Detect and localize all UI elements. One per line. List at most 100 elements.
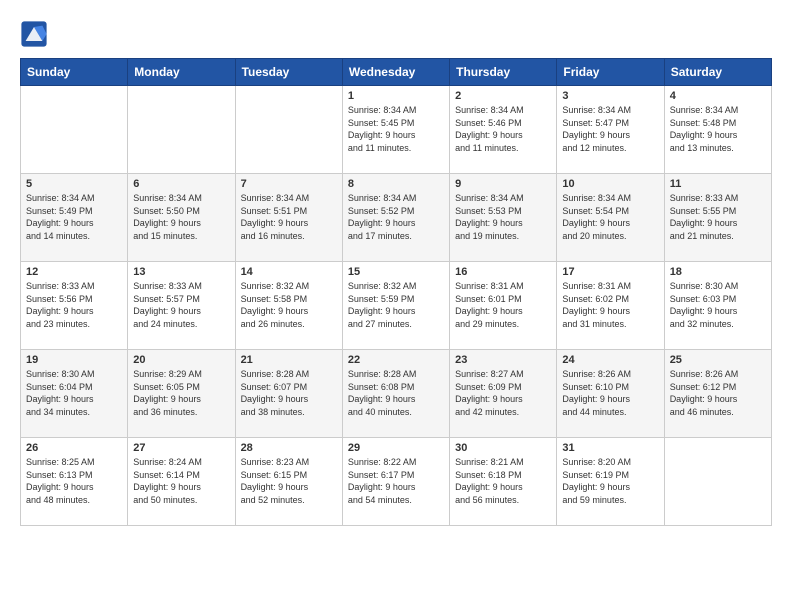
weekday-header-saturday: Saturday <box>664 59 771 86</box>
day-number: 18 <box>670 266 766 278</box>
calendar-cell: 19 Sunrise: 8:30 AM Sunset: 6:04 PM Dayli… <box>21 350 128 438</box>
calendar-cell <box>21 86 128 174</box>
day-info: Sunrise: 8:34 AM Sunset: 5:50 PM Dayligh… <box>133 192 229 242</box>
day-info: Sunrise: 8:34 AM Sunset: 5:48 PM Dayligh… <box>670 104 766 154</box>
day-info: Sunrise: 8:34 AM Sunset: 5:49 PM Dayligh… <box>26 192 122 242</box>
week-row-3: 12 Sunrise: 8:33 AM Sunset: 5:56 PM Dayli… <box>21 262 772 350</box>
weekday-header-friday: Friday <box>557 59 664 86</box>
day-number: 15 <box>348 266 444 278</box>
day-number: 16 <box>455 266 551 278</box>
day-info: Sunrise: 8:30 AM Sunset: 6:04 PM Dayligh… <box>26 368 122 418</box>
day-info: Sunrise: 8:27 AM Sunset: 6:09 PM Dayligh… <box>455 368 551 418</box>
calendar-cell: 28 Sunrise: 8:23 AM Sunset: 6:15 PM Dayli… <box>235 438 342 526</box>
day-info: Sunrise: 8:33 AM Sunset: 5:55 PM Dayligh… <box>670 192 766 242</box>
day-info: Sunrise: 8:32 AM Sunset: 5:58 PM Dayligh… <box>241 280 337 330</box>
calendar-cell: 13 Sunrise: 8:33 AM Sunset: 5:57 PM Dayli… <box>128 262 235 350</box>
day-info: Sunrise: 8:34 AM Sunset: 5:47 PM Dayligh… <box>562 104 658 154</box>
weekday-header-monday: Monday <box>128 59 235 86</box>
day-number: 29 <box>348 442 444 454</box>
day-number: 3 <box>562 90 658 102</box>
calendar-cell: 30 Sunrise: 8:21 AM Sunset: 6:18 PM Dayli… <box>450 438 557 526</box>
day-number: 4 <box>670 90 766 102</box>
day-number: 2 <box>455 90 551 102</box>
day-number: 1 <box>348 90 444 102</box>
day-number: 7 <box>241 178 337 190</box>
day-number: 31 <box>562 442 658 454</box>
logo-icon <box>20 20 48 48</box>
day-info: Sunrise: 8:29 AM Sunset: 6:05 PM Dayligh… <box>133 368 229 418</box>
day-info: Sunrise: 8:20 AM Sunset: 6:19 PM Dayligh… <box>562 456 658 506</box>
calendar-cell: 6 Sunrise: 8:34 AM Sunset: 5:50 PM Daylig… <box>128 174 235 262</box>
day-info: Sunrise: 8:34 AM Sunset: 5:52 PM Dayligh… <box>348 192 444 242</box>
day-info: Sunrise: 8:34 AM Sunset: 5:45 PM Dayligh… <box>348 104 444 154</box>
week-row-5: 26 Sunrise: 8:25 AM Sunset: 6:13 PM Dayli… <box>21 438 772 526</box>
week-row-2: 5Sunrise: 8:34 AM Sunset: 5:49 PM Daylig… <box>21 174 772 262</box>
calendar-cell: 25 Sunrise: 8:26 AM Sunset: 6:12 PM Dayli… <box>664 350 771 438</box>
day-info: Sunrise: 8:25 AM Sunset: 6:13 PM Dayligh… <box>26 456 122 506</box>
day-info: Sunrise: 8:28 AM Sunset: 6:08 PM Dayligh… <box>348 368 444 418</box>
day-number: 21 <box>241 354 337 366</box>
day-number: 23 <box>455 354 551 366</box>
day-info: Sunrise: 8:28 AM Sunset: 6:07 PM Dayligh… <box>241 368 337 418</box>
calendar-cell: 24Sunrise: 8:26 AM Sunset: 6:10 PM Dayli… <box>557 350 664 438</box>
calendar-cell <box>235 86 342 174</box>
day-number: 30 <box>455 442 551 454</box>
calendar-cell: 8 Sunrise: 8:34 AM Sunset: 5:52 PM Daylig… <box>342 174 449 262</box>
day-info: Sunrise: 8:30 AM Sunset: 6:03 PM Dayligh… <box>670 280 766 330</box>
calendar-cell: 15 Sunrise: 8:32 AM Sunset: 5:59 PM Dayli… <box>342 262 449 350</box>
day-number: 22 <box>348 354 444 366</box>
calendar-cell: 3 Sunrise: 8:34 AM Sunset: 5:47 PM Daylig… <box>557 86 664 174</box>
day-number: 14 <box>241 266 337 278</box>
weekday-header-thursday: Thursday <box>450 59 557 86</box>
day-number: 11 <box>670 178 766 190</box>
calendar-cell: 4 Sunrise: 8:34 AM Sunset: 5:48 PM Daylig… <box>664 86 771 174</box>
calendar-cell: 29 Sunrise: 8:22 AM Sunset: 6:17 PM Dayli… <box>342 438 449 526</box>
header <box>20 20 772 48</box>
calendar-cell: 7 Sunrise: 8:34 AM Sunset: 5:51 PM Daylig… <box>235 174 342 262</box>
day-info: Sunrise: 8:32 AM Sunset: 5:59 PM Dayligh… <box>348 280 444 330</box>
day-info: Sunrise: 8:33 AM Sunset: 5:56 PM Dayligh… <box>26 280 122 330</box>
day-info: Sunrise: 8:22 AM Sunset: 6:17 PM Dayligh… <box>348 456 444 506</box>
day-info: Sunrise: 8:26 AM Sunset: 6:12 PM Dayligh… <box>670 368 766 418</box>
calendar-cell <box>664 438 771 526</box>
day-info: Sunrise: 8:31 AM Sunset: 6:01 PM Dayligh… <box>455 280 551 330</box>
day-info: Sunrise: 8:21 AM Sunset: 6:18 PM Dayligh… <box>455 456 551 506</box>
day-number: 6 <box>133 178 229 190</box>
weekday-header-tuesday: Tuesday <box>235 59 342 86</box>
calendar-cell: 27 Sunrise: 8:24 AM Sunset: 6:14 PM Dayli… <box>128 438 235 526</box>
day-number: 26 <box>26 442 122 454</box>
day-info: Sunrise: 8:31 AM Sunset: 6:02 PM Dayligh… <box>562 280 658 330</box>
calendar-cell: 22 Sunrise: 8:28 AM Sunset: 6:08 PM Dayli… <box>342 350 449 438</box>
day-number: 17 <box>562 266 658 278</box>
calendar-cell: 21 Sunrise: 8:28 AM Sunset: 6:07 PM Dayli… <box>235 350 342 438</box>
day-number: 28 <box>241 442 337 454</box>
day-info: Sunrise: 8:33 AM Sunset: 5:57 PM Dayligh… <box>133 280 229 330</box>
weekday-header-sunday: Sunday <box>21 59 128 86</box>
week-row-4: 19 Sunrise: 8:30 AM Sunset: 6:04 PM Dayli… <box>21 350 772 438</box>
day-info: Sunrise: 8:24 AM Sunset: 6:14 PM Dayligh… <box>133 456 229 506</box>
calendar-cell: 9 Sunrise: 8:34 AM Sunset: 5:53 PM Daylig… <box>450 174 557 262</box>
day-info: Sunrise: 8:34 AM Sunset: 5:46 PM Dayligh… <box>455 104 551 154</box>
calendar-cell: 14 Sunrise: 8:32 AM Sunset: 5:58 PM Dayli… <box>235 262 342 350</box>
day-number: 27 <box>133 442 229 454</box>
day-info: Sunrise: 8:34 AM Sunset: 5:51 PM Dayligh… <box>241 192 337 242</box>
day-number: 13 <box>133 266 229 278</box>
calendar-cell: 20 Sunrise: 8:29 AM Sunset: 6:05 PM Dayli… <box>128 350 235 438</box>
day-number: 12 <box>26 266 122 278</box>
day-number: 8 <box>348 178 444 190</box>
day-info: Sunrise: 8:34 AM Sunset: 5:53 PM Dayligh… <box>455 192 551 242</box>
weekday-header-row: SundayMondayTuesdayWednesdayThursdayFrid… <box>21 59 772 86</box>
day-number: 9 <box>455 178 551 190</box>
day-number: 19 <box>26 354 122 366</box>
day-info: Sunrise: 8:23 AM Sunset: 6:15 PM Dayligh… <box>241 456 337 506</box>
calendar-cell: 5Sunrise: 8:34 AM Sunset: 5:49 PM Daylig… <box>21 174 128 262</box>
calendar-cell: 17 Sunrise: 8:31 AM Sunset: 6:02 PM Dayli… <box>557 262 664 350</box>
calendar-cell: 18 Sunrise: 8:30 AM Sunset: 6:03 PM Dayli… <box>664 262 771 350</box>
calendar-cell: 11 Sunrise: 8:33 AM Sunset: 5:55 PM Dayli… <box>664 174 771 262</box>
weekday-header-wednesday: Wednesday <box>342 59 449 86</box>
day-number: 10 <box>562 178 658 190</box>
day-number: 25 <box>670 354 766 366</box>
calendar-cell: 26 Sunrise: 8:25 AM Sunset: 6:13 PM Dayli… <box>21 438 128 526</box>
day-number: 20 <box>133 354 229 366</box>
calendar-cell: 16 Sunrise: 8:31 AM Sunset: 6:01 PM Dayli… <box>450 262 557 350</box>
